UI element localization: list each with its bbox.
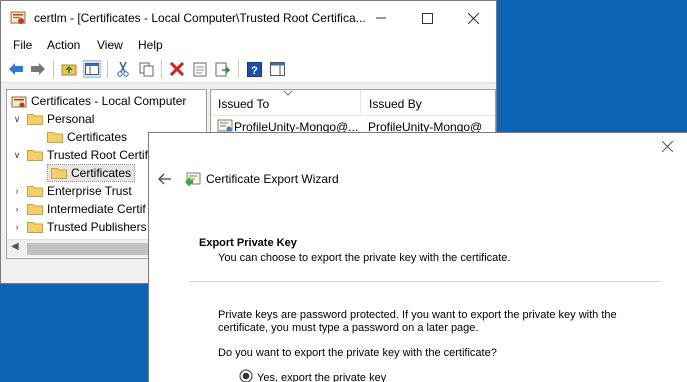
tree-item-label: Trusted Publishers [47,220,147,234]
certificate-export-wizard: Certificate Export Wizard Export Private… [148,132,687,382]
show-hide-tree-icon [85,63,99,75]
menu-bar: File Action View Help [1,35,496,55]
properties-icon [193,62,207,76]
action-pane-icon [269,62,285,76]
tree-root-label: Certificates - Local Computer [31,94,187,108]
copy-icon [139,62,153,76]
tree-item-trusted-root[interactable]: ∨ Trusted Root Certif [11,146,148,164]
maximize-icon [421,12,433,24]
action-pane-button[interactable] [268,60,286,78]
column-header-label: Issued To [218,97,270,111]
forward-arrow-icon [31,63,45,75]
delete-button[interactable] [168,60,186,78]
tree-item-personal-certificates[interactable]: Certificates [47,128,127,146]
toolbar-divider [107,60,108,78]
toolbar: ? [1,55,496,83]
tree-item-label: Certificates [67,130,128,144]
tree-item-root[interactable]: Certificates - Local Computer [11,92,186,110]
chevron-right-icon[interactable]: › [11,222,23,232]
column-header-label: Issued By [369,97,422,111]
body-text-line1: Private keys are password protected. If … [218,309,617,321]
cut-button[interactable] [114,60,132,78]
folder-icon [27,221,43,233]
export-list-icon [215,62,231,76]
menu-view[interactable]: View [97,38,123,52]
tree-item-label: Personal [47,112,95,126]
section-subtitle: You can choose to export the private key… [218,252,511,264]
show-hide-tree-button[interactable] [83,60,101,78]
folder-icon [47,131,63,143]
export-list-button[interactable] [214,60,232,78]
tree-item-personal[interactable]: ∨ Personal [11,110,95,128]
copy-button[interactable] [137,60,155,78]
toolbar-divider [238,60,239,78]
tree-item-label: Certificates [71,166,132,180]
certificate-wizard-icon [184,170,202,191]
chevron-down-icon[interactable]: ∨ [11,114,23,125]
title-bar[interactable]: certlm - [Certificates - Local Computer\… [1,1,496,35]
folder-icon [27,113,43,125]
minimize-button[interactable] [358,1,404,35]
radio-selected-icon[interactable] [239,369,253,382]
option-yes-export[interactable]: Yes, export the private key [239,369,386,382]
column-header-issued-to[interactable]: Issued To [211,90,361,116]
tree-item-label: Intermediate Certif [47,202,146,216]
tree-item-label: Trusted Root Certif [47,148,148,162]
option-yes-label: Yes, export the private key [257,371,387,382]
scroll-left-icon[interactable]: ◀ [11,241,19,252]
certificate-store-icon [11,95,27,108]
tree-item-label: Enterprise Trust [47,184,132,198]
folder-icon [27,149,43,161]
wizard-title: Certificate Export Wizard [206,172,339,186]
chevron-down-icon[interactable]: ∨ [11,150,23,161]
tree-item-trusted-publishers[interactable]: › Trusted Publishers [11,218,147,236]
tree-item-trusted-root-certificates[interactable]: Certificates [47,164,136,182]
column-header-issued-by[interactable]: Issued By [362,90,495,116]
close-icon [467,12,479,24]
back-button[interactable] [7,60,25,78]
folder-icon [51,167,67,179]
tree-item-enterprise-trust[interactable]: › Enterprise Trust [11,182,132,200]
delete-icon [170,62,184,76]
certificate-manager-icon [10,10,26,26]
forward-button[interactable] [29,60,47,78]
close-icon[interactable] [661,140,674,155]
menu-file[interactable]: File [13,38,32,52]
chevron-right-icon[interactable]: › [11,186,23,196]
menu-help[interactable]: Help [138,38,163,52]
section-heading: Export Private Key [199,237,297,249]
tree-selection: Certificates [47,164,136,182]
help-button[interactable]: ? [245,60,263,78]
menu-action[interactable]: Action [47,38,80,52]
minimize-icon [376,17,386,19]
folder-icon [27,185,43,197]
up-folder-icon [61,64,77,76]
toolbar-divider [53,60,54,78]
scrollbar-thumb[interactable] [27,243,153,255]
close-button[interactable] [450,1,496,35]
up-one-level-button[interactable] [60,60,78,78]
back-arrow-icon[interactable] [158,173,172,188]
help-icon: ? [246,61,262,77]
back-arrow-icon [9,63,23,75]
maximize-button[interactable] [404,1,450,35]
tree-item-intermediate[interactable]: › Intermediate Certif [11,200,146,218]
export-question: Do you want to export the private key wi… [218,347,497,359]
toolbar-divider [161,60,162,78]
chevron-right-icon[interactable]: › [11,204,23,214]
folder-icon [27,203,43,215]
cut-icon [117,61,129,77]
window-title: certlm - [Certificates - Local Computer\… [34,11,366,25]
header-divider [189,281,662,282]
properties-button[interactable] [191,60,209,78]
body-text-line2: certificate, you must type a password on… [218,322,479,334]
svg-text:?: ? [251,65,258,77]
sort-indicator-icon [284,91,292,96]
